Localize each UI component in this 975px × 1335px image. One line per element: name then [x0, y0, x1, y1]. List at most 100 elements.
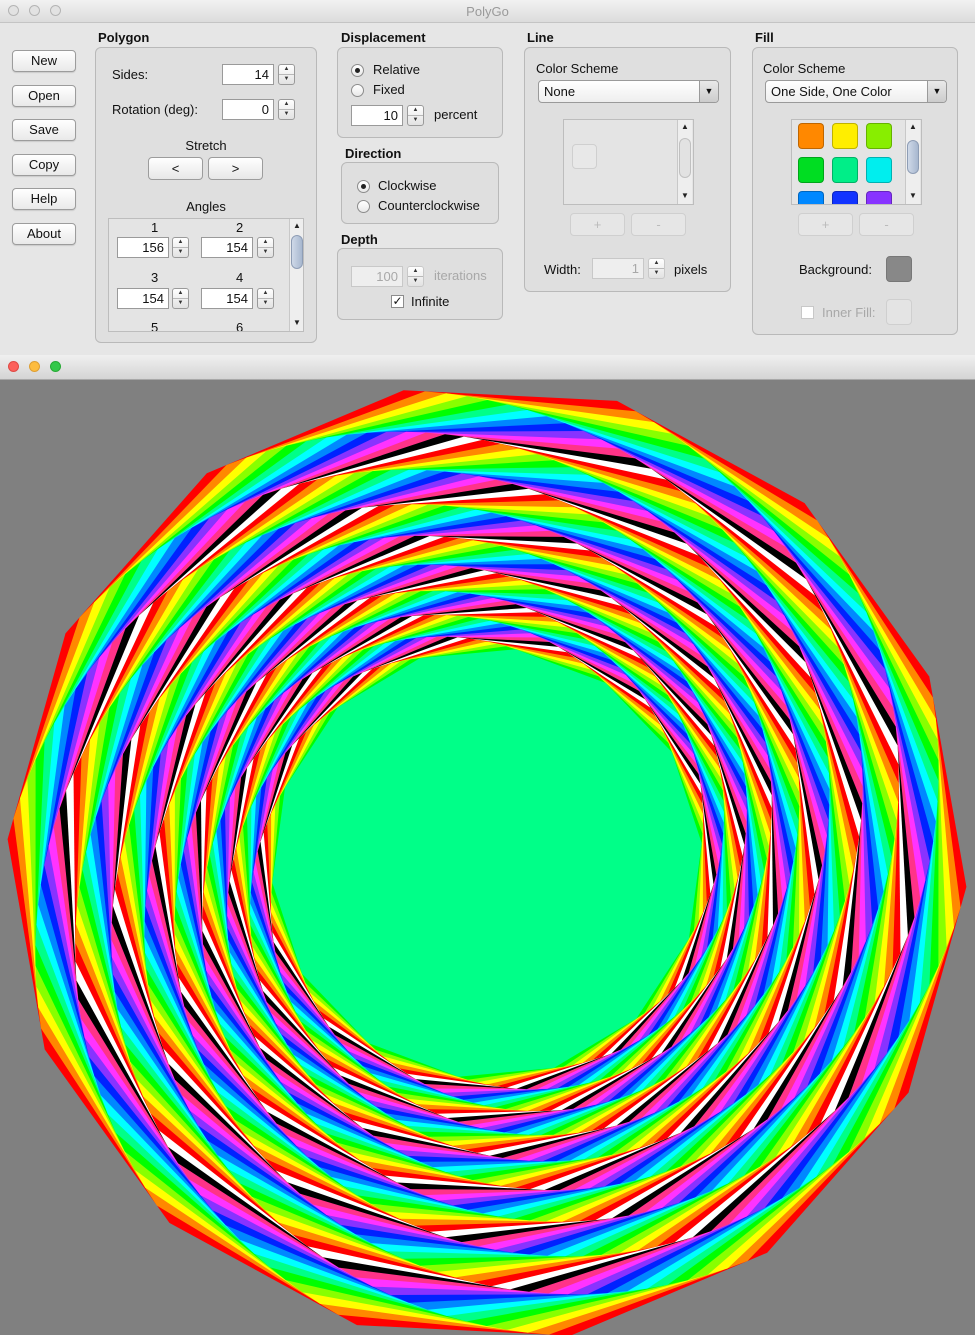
- down-arrow-icon[interactable]: ▼: [258, 299, 273, 308]
- zoom-window-button[interactable]: [50, 361, 61, 372]
- up-arrow-icon[interactable]: ▲: [408, 267, 423, 277]
- fill-color-list[interactable]: ▲ ▼: [791, 119, 922, 205]
- down-arrow-icon[interactable]: ▼: [173, 248, 188, 257]
- down-arrow-icon[interactable]: ▼: [408, 277, 423, 286]
- fill-color-swatch[interactable]: [832, 123, 858, 149]
- rotation-stepper[interactable]: ▲ ▼: [278, 99, 295, 120]
- line-add-color-button[interactable]: +: [570, 213, 625, 236]
- fill-color-swatch[interactable]: [832, 191, 858, 204]
- scroll-down-icon[interactable]: ▼: [906, 190, 920, 202]
- fill-color-swatch[interactable]: [798, 157, 824, 183]
- stretch-left-button[interactable]: <: [148, 157, 203, 180]
- angle-index: 4: [236, 270, 244, 285]
- clockwise-label: Clockwise: [378, 178, 437, 193]
- scroll-up-icon[interactable]: ▲: [290, 220, 303, 232]
- open-button[interactable]: Open: [12, 85, 76, 107]
- down-arrow-icon[interactable]: ▼: [649, 269, 664, 278]
- counterclockwise-radio[interactable]: [357, 200, 370, 213]
- down-arrow-icon[interactable]: ▼: [173, 299, 188, 308]
- minimize-window-button[interactable]: [29, 361, 40, 372]
- stretch-right-button[interactable]: >: [208, 157, 263, 180]
- displacement-field[interactable]: 10: [351, 105, 403, 126]
- up-arrow-icon[interactable]: ▲: [279, 65, 294, 75]
- fill-color-scheme-select[interactable]: One Side, One Color ▼: [765, 80, 947, 103]
- relative-radio[interactable]: [351, 64, 364, 77]
- fill-remove-color-button[interactable]: -: [859, 213, 914, 236]
- copy-button[interactable]: Copy: [12, 154, 76, 176]
- angles-scrollbar[interactable]: ▲ ▼: [289, 219, 303, 331]
- scroll-down-icon[interactable]: ▼: [678, 190, 692, 202]
- scroll-thumb[interactable]: [679, 138, 691, 178]
- save-button[interactable]: Save: [12, 119, 76, 141]
- depth-field[interactable]: 100: [351, 266, 403, 287]
- fill-color-swatch[interactable]: [866, 123, 892, 149]
- infinite-checkbox[interactable]: ✓: [391, 295, 404, 308]
- fill-panel: Color Scheme One Side, One Color ▼ ▲ ▼ +…: [752, 47, 958, 335]
- fill-color-swatch[interactable]: [798, 191, 824, 204]
- scroll-thumb[interactable]: [907, 140, 919, 174]
- fixed-label: Fixed: [373, 82, 405, 97]
- fill-color-swatch[interactable]: [866, 191, 892, 204]
- angle-2-field[interactable]: 154: [201, 237, 253, 258]
- line-color-scheme-select[interactable]: None ▼: [538, 80, 719, 103]
- sides-field[interactable]: 14: [222, 64, 274, 85]
- angle-1-field[interactable]: 156: [117, 237, 169, 258]
- line-color-list[interactable]: ▲ ▼: [563, 119, 694, 205]
- sides-stepper[interactable]: ▲ ▼: [278, 64, 295, 85]
- fill-color-swatch[interactable]: [832, 157, 858, 183]
- spiral-canvas[interactable]: [0, 379, 975, 1335]
- up-arrow-icon[interactable]: ▲: [258, 289, 273, 299]
- up-arrow-icon[interactable]: ▲: [649, 259, 664, 269]
- angle-4-stepper[interactable]: ▲ ▼: [257, 288, 274, 309]
- sides-label: Sides:: [112, 67, 149, 82]
- up-arrow-icon[interactable]: ▲: [173, 289, 188, 299]
- line-remove-color-button[interactable]: -: [631, 213, 686, 236]
- up-arrow-icon[interactable]: ▲: [279, 100, 294, 110]
- fixed-radio[interactable]: [351, 84, 364, 97]
- angles-list[interactable]: 1 2 156 ▲ ▼ 154 ▲ ▼ 3 4 154 ▲ ▼ 154 ▲ ▼ 5 6 …: [108, 218, 304, 332]
- width-stepper[interactable]: ▲ ▼: [648, 258, 665, 279]
- up-arrow-icon[interactable]: ▲: [258, 238, 273, 248]
- rotation-label: Rotation (deg):: [112, 102, 198, 117]
- width-field[interactable]: 1: [592, 258, 644, 279]
- scroll-up-icon[interactable]: ▲: [906, 121, 920, 133]
- control-window: PolyGo New Open Save Copy Help About Pol…: [0, 0, 975, 355]
- scroll-thumb[interactable]: [291, 235, 303, 269]
- angle-3-stepper[interactable]: ▲ ▼: [172, 288, 189, 309]
- scroll-down-icon[interactable]: ▼: [290, 317, 303, 329]
- relative-label: Relative: [373, 62, 420, 77]
- angle-1-stepper[interactable]: ▲ ▼: [172, 237, 189, 258]
- fill-color-swatch[interactable]: [798, 123, 824, 149]
- about-button[interactable]: About: [12, 223, 76, 245]
- angle-3-field[interactable]: 154: [117, 288, 169, 309]
- up-arrow-icon[interactable]: ▲: [408, 106, 423, 116]
- angle-4-field[interactable]: 154: [201, 288, 253, 309]
- control-window-titlebar[interactable]: PolyGo: [0, 0, 975, 23]
- chevron-down-icon[interactable]: ▼: [927, 81, 946, 102]
- down-arrow-icon[interactable]: ▼: [258, 248, 273, 257]
- background-color-button[interactable]: [886, 256, 912, 282]
- down-arrow-icon[interactable]: ▼: [408, 116, 423, 125]
- close-window-button[interactable]: [8, 361, 19, 372]
- fill-color-scrollbar[interactable]: ▲ ▼: [905, 120, 920, 204]
- angle-2-stepper[interactable]: ▲ ▼: [257, 237, 274, 258]
- down-arrow-icon[interactable]: ▼: [279, 75, 294, 84]
- up-arrow-icon[interactable]: ▲: [173, 238, 188, 248]
- canvas-window-titlebar[interactable]: [0, 355, 975, 380]
- inner-fill-checkbox[interactable]: [801, 306, 814, 319]
- scroll-up-icon[interactable]: ▲: [678, 121, 692, 133]
- new-button[interactable]: New: [12, 50, 76, 72]
- inner-fill-color-button[interactable]: [886, 299, 912, 325]
- help-button[interactable]: Help: [12, 188, 76, 210]
- fill-add-color-button[interactable]: +: [798, 213, 853, 236]
- depth-stepper[interactable]: ▲ ▼: [407, 266, 424, 287]
- displacement-stepper[interactable]: ▲ ▼: [407, 105, 424, 126]
- angle-index: 6: [236, 320, 244, 332]
- chevron-down-icon[interactable]: ▼: [699, 81, 718, 102]
- fill-color-swatch[interactable]: [866, 157, 892, 183]
- down-arrow-icon[interactable]: ▼: [279, 110, 294, 119]
- direction-panel: Clockwise Counterclockwise: [341, 162, 499, 224]
- rotation-field[interactable]: 0: [222, 99, 274, 120]
- clockwise-radio[interactable]: [357, 180, 370, 193]
- line-color-scrollbar[interactable]: ▲ ▼: [677, 120, 692, 204]
